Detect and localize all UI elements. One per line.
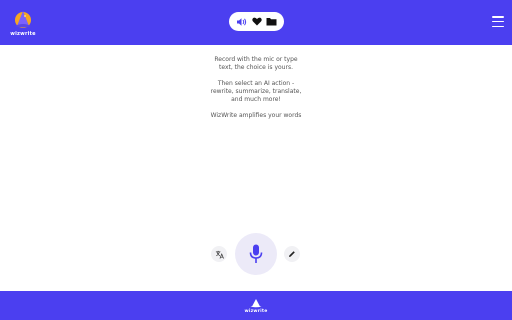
wizard-hat-footer-icon — [250, 298, 262, 307]
intro-line: Record with the mic or type — [214, 56, 298, 63]
intro-line: and much more! — [231, 96, 281, 103]
footer-logo-text: wizwrite — [244, 308, 268, 314]
hamburger-menu-icon[interactable] — [492, 16, 504, 27]
app-logo[interactable]: wizwrite — [8, 8, 38, 40]
speaker-icon[interactable] — [236, 16, 248, 28]
heart-icon[interactable] — [251, 16, 263, 28]
top-bar: wizwrite — [0, 0, 512, 45]
folder-icon[interactable] — [266, 16, 278, 28]
footer-bar: wizwrite — [0, 291, 512, 320]
translate-button[interactable] — [211, 246, 227, 262]
pencil-icon — [289, 251, 295, 257]
intro-line: text, the choice is yours. — [219, 64, 293, 71]
logo-text: wizwrite — [10, 31, 36, 37]
intro-line: rewrite, summarize, translate, — [210, 88, 302, 95]
intro-line: Then select an AI action - — [217, 80, 295, 87]
intro-line: WizWrite amplifies your words — [210, 112, 302, 119]
edit-text-button[interactable] — [284, 246, 300, 262]
translate-icon — [215, 250, 224, 259]
record-mic-button[interactable] — [235, 233, 277, 275]
wizard-hat-logo-icon — [15, 11, 31, 28]
toolbar-pill — [229, 12, 284, 31]
microphone-icon — [249, 244, 263, 263]
intro-text: Record with the mic or type text, the ch… — [156, 56, 356, 120]
